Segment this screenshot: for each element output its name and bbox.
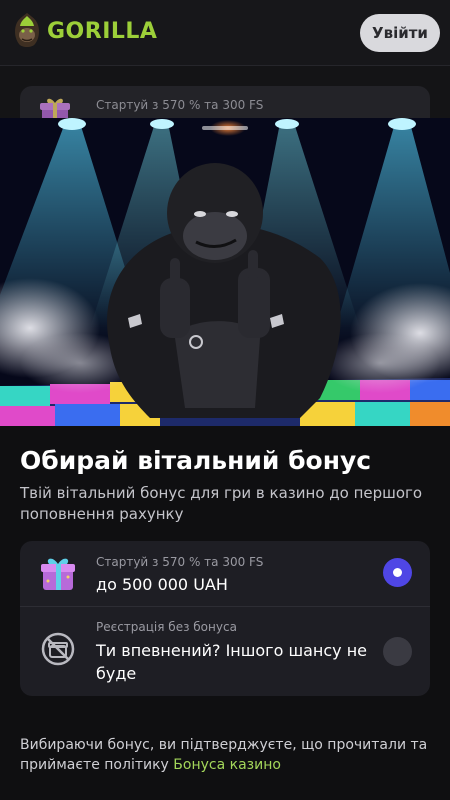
option-caption: Стартуй з 570 % та 300 FS (96, 555, 264, 569)
bonus-policy-note: Вибираючи бонус, ви підтверджуєте, що пр… (20, 735, 435, 775)
gorilla-logo-icon (15, 13, 39, 47)
option-amount: до 500 000 UAH (96, 575, 228, 594)
option-caption: Реєстрація без бонуса (96, 620, 237, 634)
hero-banner-image (0, 118, 450, 426)
brand-logo[interactable]: GORILLA (12, 11, 157, 51)
sheet-drag-handle[interactable] (202, 126, 248, 130)
radio-unselected[interactable] (383, 637, 412, 666)
bonus-option-no-bonus[interactable]: Реєстрація без бонуса Ти впевнений? Іншо… (20, 607, 430, 696)
brand-name: GORILLA (47, 18, 158, 44)
sheet-subtitle: Твій вітальний бонус для гри в казино до… (20, 484, 423, 523)
radio-selected[interactable] (383, 558, 412, 587)
gift-icon (41, 558, 75, 590)
login-button[interactable]: Увійти (360, 14, 440, 52)
bonus-option-welcome[interactable]: Стартуй з 570 % та 300 FS до 500 000 UAH (20, 541, 430, 607)
bonus-policy-link[interactable]: Бонуса казино (173, 757, 281, 773)
sheet-title: Обирай вітальний бонус (20, 446, 372, 475)
top-header: GORILLA Увійти (0, 0, 450, 66)
no-bonus-icon (41, 632, 75, 666)
background-card-label: Стартуй з 570 % та 300 FS (96, 98, 264, 112)
option-warning-text: Ти впевнений? Іншого шансу не буде (96, 641, 368, 683)
bonus-options: Стартуй з 570 % та 300 FS до 500 000 UAH… (20, 541, 430, 696)
